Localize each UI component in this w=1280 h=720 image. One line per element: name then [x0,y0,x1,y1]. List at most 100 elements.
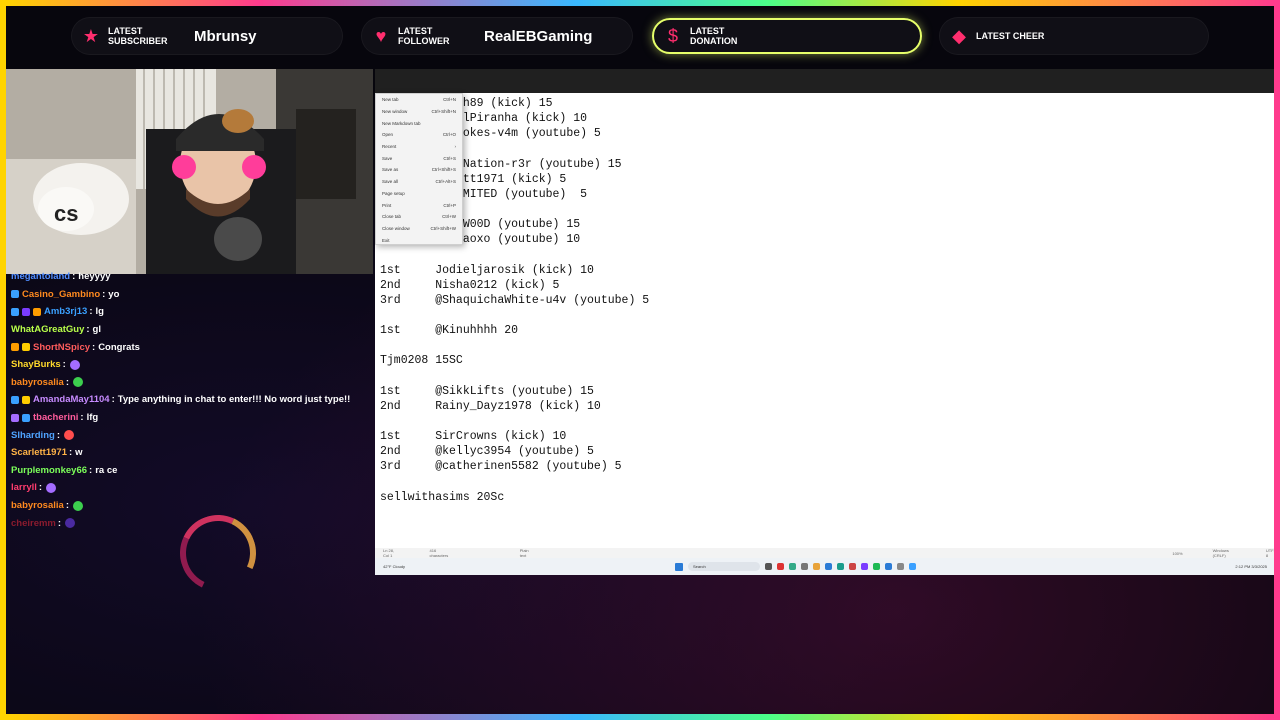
app-icon[interactable] [765,563,772,570]
chat-message: ShortNSpicy: Congrats [8,338,368,356]
chat-message: Amb3rj13: lg [8,303,368,321]
chat-colon: : [38,482,43,494]
app-icon[interactable] [789,563,796,570]
app-icon[interactable] [885,563,892,570]
app-icon[interactable] [897,563,904,570]
app-icon[interactable] [837,563,844,570]
chat-colon: : [57,517,62,529]
menu-item-label: Save as [382,167,399,173]
app-icon[interactable] [861,563,868,570]
chat-emote-icon [65,518,76,529]
taskbar-clock[interactable]: 2:12 PM 3/3/2025 [1235,564,1267,569]
latest-donation-panel: $ Latest Donation [652,18,922,54]
chat-colon: : [80,412,84,424]
file-menu-item[interactable]: Close tab Ctrl+W [376,211,462,223]
taskbar-search[interactable]: Search [688,562,760,571]
app-icon[interactable] [801,563,808,570]
file-menu-item[interactable]: Exit [376,234,462,246]
chat-username[interactable]: Slharding [11,430,55,441]
latest-subscriber-panel: ★ Latest Subscriber Mbrunsy [72,18,342,54]
star-icon: ★ [82,26,100,46]
chat-colon: : [89,464,93,476]
chat-badge-icon [22,413,30,422]
chat-message: megantoland: heyyyy [8,268,368,286]
app-icon[interactable] [777,563,784,570]
menu-item-label: New window [382,109,408,115]
app-icon[interactable] [825,563,832,570]
chat-emote-icon [72,500,83,511]
chat-username[interactable]: Casino_Gambino [22,289,100,300]
file-menu-item[interactable]: Page setup [376,188,462,200]
editor-line: 1st @Kinuhhhh 20 [380,324,519,338]
chat-username[interactable]: larryll [11,482,37,493]
file-menu-item[interactable]: Save all Ctrl+Alt+S [376,176,462,188]
chat-text: ra ce [95,464,118,476]
chat-colon: : [65,376,69,388]
file-menu-item[interactable]: Print Ctrl+P [376,199,462,211]
editor-line: sellwithasims 20Sc [380,490,505,504]
chat-message: Scarlett1971: w [8,444,368,462]
file-menu-item[interactable]: New Markdown tab [376,117,462,129]
chat-username[interactable]: cheiremm [11,518,56,529]
file-menu-item[interactable]: Save as Ctrl+Shift+S [376,164,462,176]
latest-cheer-panel: ◆ Latest Cheer [940,18,1208,54]
menu-item-label: Print [382,202,392,208]
chat-username[interactable]: tbacherini [33,412,78,423]
chat-emote-icon [63,430,74,441]
chat-colon: : [62,359,66,371]
chat-username[interactable]: ShayBurks [11,359,61,370]
file-menu-item[interactable]: New tab Ctrl+N [376,94,462,106]
editor-line: sch89 (kick) 15 [380,97,553,110]
windows-start-icon[interactable] [675,562,683,571]
chat-username[interactable]: Amb3rj13 [44,306,87,317]
file-menu-item[interactable]: Recent › [376,141,462,153]
chat-message: WhatAGreatGuy: gl [8,321,368,339]
heart-icon: ♥ [375,26,387,46]
menu-item-shortcut: Ctrl+Alt+S [435,179,456,185]
chat-username[interactable]: Purplemonkey66 [11,465,87,476]
app-icon[interactable] [813,563,820,570]
chat-username[interactable]: babyrosalia [11,500,64,511]
app-icon[interactable] [873,563,880,570]
dollar-icon: $ [667,26,678,46]
chat-badge-icon [22,307,30,316]
chat-badge-icon [33,307,41,316]
file-menu-item[interactable]: Save Ctrl+S [376,152,462,164]
chat-message: Purplemonkey66: ra ce [8,462,368,480]
weather-widget[interactable]: 42°F Cloudy [383,564,423,569]
chat-username[interactable]: babyrosalia [11,377,64,388]
chat-username[interactable]: ShortNSpicy [33,342,90,353]
notepad-statusbar: Ln 28, Col 1 416 characters Plain text 1… [375,548,1275,558]
chat-username[interactable]: AmandaMay1104 [33,394,110,405]
chat-badge-icon [11,343,19,352]
editor-line: GSW00D (youtube) 15 [380,218,581,232]
chat-message: babyrosalia: [8,374,368,392]
chat-text: heyyyy [78,271,111,283]
editor-line: L1MITED (youtube) 5 [380,187,588,201]
chat-badge-icon [11,307,19,316]
chat-text: lg [95,306,104,318]
status-format: Plain text [519,548,529,558]
editor-line: lett1971 (kick) 5 [380,172,567,186]
app-icon[interactable] [849,563,856,570]
chat-colon: : [68,447,73,459]
editor-line: 1st @SikkLifts (youtube) 15 [380,384,594,398]
menu-item-label: Exit [382,237,390,243]
taskbar-center: Search [675,562,916,571]
chat-username[interactable]: Scarlett1971 [11,447,67,458]
file-menu-item[interactable]: New window Ctrl+Shift+N [376,106,462,118]
file-menu: New tab Ctrl+N New window Ctrl+Shift+N New M… [375,93,463,245]
chat-colon: : [86,324,90,336]
chat-text: gl [92,324,101,336]
file-menu-item[interactable]: Close window Ctrl+Shift+W [376,223,462,235]
file-menu-item[interactable]: Open Ctrl+O [376,129,462,141]
chat-username[interactable]: WhatAGreatGuy [11,324,84,335]
chat-username[interactable]: megantoland [11,271,70,282]
notepad-app-icon[interactable] [909,563,916,570]
notepad-editor[interactable]: sch89 (kick) 15 calPiranha (kick) 10 Sto… [375,93,1275,551]
editor-line: 1st SirCrowns (kick) 10 [380,430,567,444]
screen-capture: sch89 (kick) 15 calPiranha (kick) 10 Sto… [375,69,1275,575]
